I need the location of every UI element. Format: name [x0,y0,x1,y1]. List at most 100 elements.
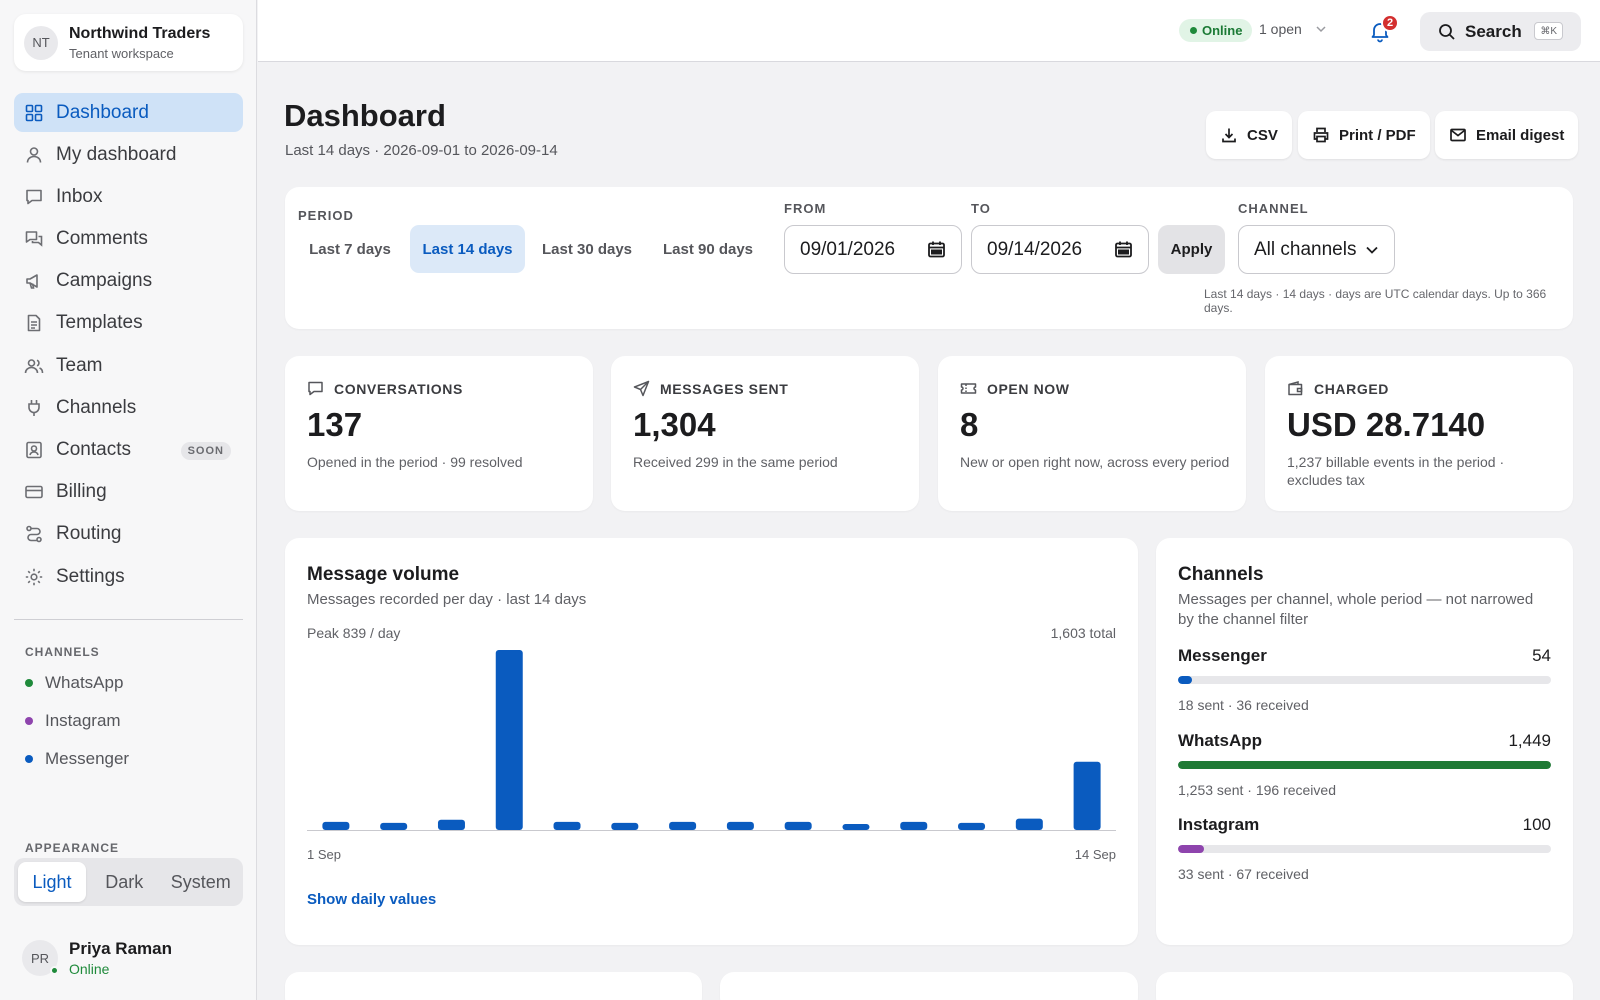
channel-label: WhatsApp [45,673,124,692]
stat-note: 1,237 billable events in the period · ex… [1287,454,1505,488]
stat-value: USD 28.7140 [1287,406,1486,443]
contact-card-icon [26,441,42,459]
sidebar-item-campaigns[interactable]: Campaigns [14,262,243,301]
download-icon [1222,128,1236,143]
sidebar-channel-whatsapp[interactable]: WhatsApp [25,673,123,693]
stat-value: 8 [960,406,979,443]
chevron-down-icon [1366,246,1378,254]
channel-label: CHANNEL [1238,201,1309,216]
stat-card-messages-sent: MESSAGES SENT 1,304 Received 299 in the … [611,356,919,511]
card-subtitle: Messages recorded per day · last 14 days [307,591,587,608]
print-pdf-button[interactable]: Print / PDF [1298,111,1430,159]
sidebar-item-label: Dashboard [56,101,149,123]
period-90-days-button[interactable]: Last 90 days [649,225,767,273]
appearance-dark-button[interactable]: Dark [86,862,163,902]
volume-bar-13 [1015,818,1043,830]
email-digest-button[interactable]: Email digest [1435,111,1579,159]
appearance-section-label: APPEARANCE [25,841,120,855]
search-button[interactable]: Search ⌘K [1420,12,1581,51]
route-icon [26,526,42,543]
stat-label: CHARGED [1314,380,1389,397]
sidebar-item-label: Campaigns [56,270,153,292]
appearance-toggle: Light Dark System [14,858,243,906]
avatar-initials: PR [30,950,50,966]
online-dot [1190,27,1197,34]
document-icon [27,315,41,332]
open-conversations-dropdown[interactable]: 1 open [1259,21,1328,37]
user-icon [26,146,42,163]
stat-label: MESSAGES SENT [660,380,789,397]
sidebar-item-routing[interactable]: Routing [14,515,243,554]
stat-header: CONVERSATIONS [307,380,463,397]
open-count-label: 1 open [1259,21,1302,37]
status-dot [25,755,33,763]
sidebar-item-billing[interactable]: Billing [14,473,243,512]
sidebar-item-settings[interactable]: Settings [14,557,243,596]
sidebar-item-contacts[interactable]: Contacts SOON [14,431,243,470]
channel-name: Instagram [1178,815,1260,834]
notification-count-badge: 2 [1381,14,1399,32]
sidebar-item-channels[interactable]: Channels [14,388,243,427]
top-bar: Online 1 open 2 Search ⌘K [258,0,1600,62]
stat-header: OPEN NOW [960,380,1070,397]
volume-bar-1 [322,821,350,830]
period-14-days-button[interactable]: Last 14 days [410,225,525,273]
print-pdf-label: Print / PDF [1339,126,1416,144]
channel-total: 1,449 [1508,731,1551,750]
users-icon [24,358,44,373]
sidebar-item-label: Billing [56,481,107,503]
user-menu[interactable]: PR Priya Raman Online [22,939,172,977]
period-7-days-button[interactable]: Last 7 days [298,225,402,273]
sidebar-item-team[interactable]: Team [14,346,243,385]
sidebar-item-my-dashboard[interactable]: My dashboard [14,135,243,174]
to-date-input[interactable]: 09/14/2026 [971,225,1149,274]
grid-icon [25,104,43,121]
apply-button[interactable]: Apply [1158,225,1225,274]
page-title: Dashboard [284,98,446,133]
comments-icon [25,231,43,247]
channel-progress-fill [1178,761,1551,769]
channel-total: 100 [1522,815,1551,834]
sidebar-item-label: My dashboard [56,143,177,165]
gear-icon [25,568,43,585]
show-daily-values-link[interactable]: Show daily values [307,891,436,908]
channel-progress-fill [1178,845,1204,853]
period-30-days-button[interactable]: Last 30 days [532,225,642,273]
calendar-icon[interactable] [1114,240,1133,259]
workspace-switcher[interactable]: NT Northwind Traders Tenant workspace [14,14,243,71]
period-note: Last 14 days · 14 days · days are UTC ca… [1204,287,1547,315]
volume-bar-10 [842,823,870,830]
sidebar-divider [14,619,243,620]
channel-progress-track [1178,761,1551,769]
from-date-input[interactable]: 09/01/2026 [784,225,962,274]
channel-progress-fill [1178,676,1192,684]
channel-select-value: All channels [1254,238,1357,260]
volume-bar-12 [958,822,986,830]
channel-select[interactable]: All channels [1238,225,1395,274]
appearance-system-button[interactable]: System [163,862,240,902]
channel-progress-track [1178,676,1551,684]
channel-label: Messenger [45,749,130,768]
soon-badge: SOON [180,441,231,460]
sidebar-item-comments[interactable]: Comments [14,220,243,259]
channel-name: Messenger [1178,646,1267,665]
csv-export-button[interactable]: CSV [1206,111,1292,159]
card-subtitle: Messages per channel, whole period — not… [1178,591,1534,628]
channels-section-label: CHANNELS [25,645,100,659]
stat-note: Received 299 in the same period [633,454,838,470]
wallet-icon [1288,381,1303,396]
sidebar-item-dashboard[interactable]: Dashboard [14,93,243,132]
stat-card-conversations: CONVERSATIONS 137 Opened in the period ·… [285,356,593,511]
total-label: 1,603 total [1050,625,1116,641]
volume-bar-11 [900,821,928,830]
sidebar-item-inbox[interactable]: Inbox [14,177,243,216]
volume-bar-9 [784,821,812,830]
calendar-icon[interactable] [927,240,946,259]
sidebar-item-templates[interactable]: Templates [14,304,243,343]
stat-value: 1,304 [633,406,716,443]
sidebar-channel-instagram[interactable]: Instagram [25,711,121,731]
sidebar-channel-messenger[interactable]: Messenger [25,749,129,769]
appearance-light-button[interactable]: Light [18,862,86,902]
stat-card-charged: CHARGED USD 28.7140 1,237 billable event… [1265,356,1573,511]
chevron-down-icon [1316,26,1326,33]
